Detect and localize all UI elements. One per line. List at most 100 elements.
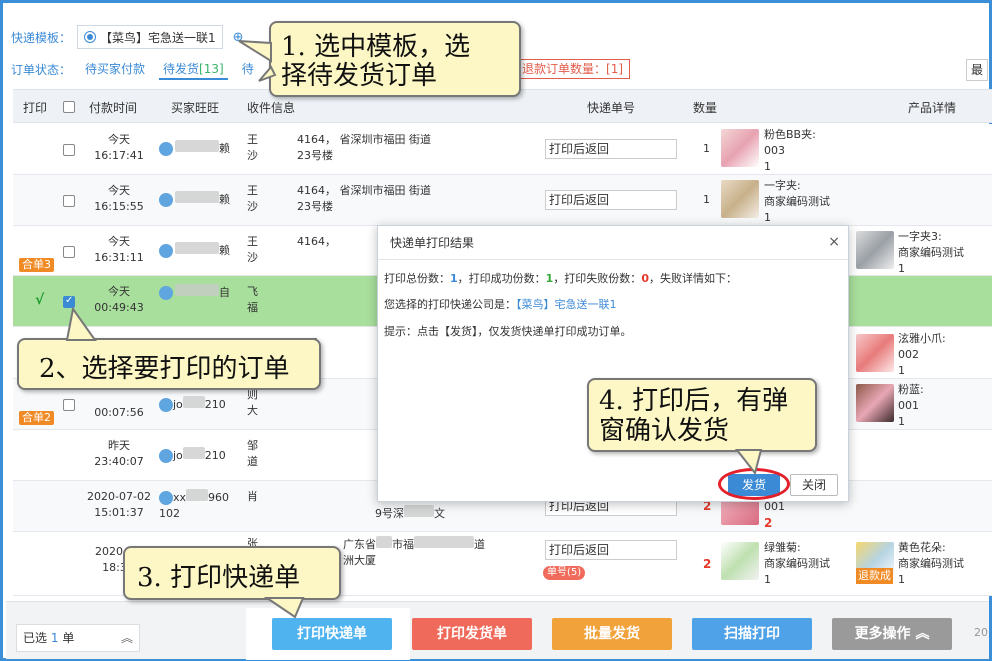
fail-count: 0 — [641, 272, 649, 285]
fail-label: ，打印失败份数： — [553, 272, 642, 285]
recipient-line-1: 邹 — [247, 439, 258, 452]
qty: 1 — [703, 193, 710, 206]
row-checkbox[interactable] — [63, 295, 75, 308]
pay-time: 16:31:11 — [94, 251, 144, 264]
product-code: 003 — [764, 144, 785, 157]
radio-selected-icon[interactable] — [84, 31, 97, 43]
add-template-icon[interactable]: ⊕ — [233, 30, 244, 45]
batch-ship-button[interactable]: 批量发货 — [552, 618, 672, 650]
buyer-avatar-icon — [159, 193, 173, 207]
tab-next[interactable]: 待 — [238, 58, 258, 80]
row-checkbox[interactable] — [63, 144, 75, 156]
buyer-redacted — [175, 242, 219, 254]
product-name: 泫雅小爪: — [898, 332, 946, 345]
product-qty: 1 — [764, 211, 771, 224]
address-text: 道 — [474, 538, 485, 551]
product-name: 粉色BB夹: — [764, 128, 816, 141]
template-name: 【菜鸟】宅急送一联1 — [100, 30, 216, 45]
selected-count-box[interactable]: 已选 1 单 ︽ — [16, 624, 140, 652]
pay-time: 16:15:55 — [94, 200, 144, 213]
product-thumbnail[interactable] — [856, 231, 894, 269]
tab-awaiting-payment[interactable]: 待买家付款 — [81, 58, 149, 80]
qty: 1 — [703, 142, 710, 155]
product-code: 商家编码测试 — [898, 557, 964, 570]
select-all-checkbox[interactable] — [63, 101, 75, 113]
waybill-field[interactable]: 打印后返回 — [545, 139, 677, 159]
recipient-line-2: 福 — [247, 301, 258, 314]
print-invoice-button[interactable]: 打印发货单 — [412, 618, 532, 650]
pay-date: 今天 — [108, 285, 130, 298]
print-waybill-button[interactable]: 打印快递单 — [272, 618, 392, 650]
waybill-field[interactable]: 打印后返回 — [545, 540, 677, 560]
row-checkbox[interactable] — [63, 195, 75, 207]
product-code: 商家编码测试 — [898, 246, 964, 259]
address-text: 4164， — [297, 235, 336, 248]
callout-step-4-line2: 窗确认发货 — [599, 416, 730, 446]
table-row[interactable]: 今天 16:15:55 赖 王沙 4164， 省深圳市福田 街道 23号楼 打印后返… — [13, 175, 992, 226]
product-thumbnail[interactable] — [856, 384, 894, 422]
product-code: 商家编码测试 — [764, 557, 830, 570]
address-text: 街道 — [409, 184, 431, 197]
dialog-close-button[interactable]: 关闭 — [790, 474, 838, 496]
product-name: 一字夹3: — [898, 230, 942, 243]
product-thumbnail[interactable] — [721, 180, 759, 218]
sort-select[interactable]: 最 — [966, 59, 989, 81]
qty: 2 — [703, 557, 712, 571]
more-actions-button[interactable]: 更多操作 ︽ — [832, 618, 952, 650]
buyer-number: 210 — [204, 398, 226, 411]
pay-date: 今天 — [108, 235, 130, 248]
col-qty: 数量 — [693, 101, 718, 115]
product-thumbnail[interactable] — [856, 334, 894, 372]
status-filter: 订单状态： 待买家付款 待发货[13] 待 — [11, 57, 258, 81]
callout-step-4-line1: 4. 打印后，有弹 — [599, 386, 789, 416]
product-qty: 1 — [898, 415, 905, 428]
pay-date: 今天 — [108, 184, 130, 197]
chevron-up-icon[interactable]: ︽ — [121, 625, 133, 651]
product-thumbnail[interactable] — [721, 542, 759, 580]
recipient-line-1: 肖 — [247, 490, 258, 503]
buyer-tail: 赖 — [219, 244, 230, 257]
refund-tag: 退款成 — [856, 568, 893, 584]
pending-count: [13] — [199, 62, 224, 76]
waybill-field[interactable]: 打印后返回 — [545, 190, 677, 210]
pay-time: 00:07:56 — [94, 406, 144, 419]
product-name: 绿雏菊: — [764, 541, 801, 554]
buyer-avatar-icon — [159, 449, 173, 463]
tab-awaiting-shipment[interactable]: 待发货[13] — [159, 58, 228, 80]
product-qty: 1 — [898, 262, 905, 275]
callout-step-3: 3. 打印快递单 — [123, 546, 341, 600]
print-result-dialog: 快递单打印结果 × 打印总份数：1，打印成功份数：1，打印失败份数：0，失败详情… — [377, 225, 849, 502]
page-hint: 20 — [974, 626, 988, 639]
company-line: 您选择的打印快递公司是：【菜鸟】宅急送一联1 — [384, 296, 617, 312]
selected-prefix: 已选 — [23, 631, 48, 645]
buyer-redacted — [175, 284, 219, 296]
row-checkbox[interactable] — [63, 246, 75, 258]
address-text: 街道 — [409, 133, 431, 146]
scan-print-button[interactable]: 扫描打印 — [692, 618, 812, 650]
total-label: 打印总份数： — [384, 272, 450, 285]
recipient-line-1: 王 — [247, 133, 258, 146]
table-row[interactable]: 今天 16:17:41 赖 王沙 4164， 省深圳市福田 街道 23号楼 打印后返… — [13, 124, 992, 175]
product-name: 黄色花朵: — [898, 541, 946, 554]
product-code: 001 — [898, 399, 919, 412]
printed-check-icon: √ — [35, 292, 45, 308]
product-qty: 1 — [764, 573, 771, 586]
chevron-up-icon: ︽ — [915, 626, 930, 642]
refund-count-box[interactable]: 退款订单数量：[1] — [515, 59, 631, 79]
product-name: 粉蓝: — [898, 383, 924, 396]
close-icon[interactable]: × — [828, 234, 840, 250]
template-radio[interactable]: 【菜鸟】宅急送一联1 — [77, 25, 223, 49]
product-qty: 1 — [898, 573, 905, 586]
recipient-line-2: 沙 — [247, 251, 258, 264]
row-checkbox[interactable] — [63, 399, 75, 411]
address-text: 省深圳市福田 — [339, 133, 406, 146]
product-thumbnail[interactable] — [721, 129, 759, 167]
buyer-avatar-icon — [159, 142, 173, 156]
buyer-sub: 102 — [159, 507, 180, 520]
waybill-count-badge[interactable]: 单号(5) — [543, 566, 586, 580]
buyer-redacted — [175, 140, 219, 152]
address-text: 23号楼 — [297, 200, 333, 213]
product-qty: 2 — [764, 516, 773, 530]
dialog-tip: 提示：点击【发货】，仅发货快递单打印成功订单。 — [384, 325, 632, 338]
buyer-tail: 自 — [219, 286, 230, 299]
